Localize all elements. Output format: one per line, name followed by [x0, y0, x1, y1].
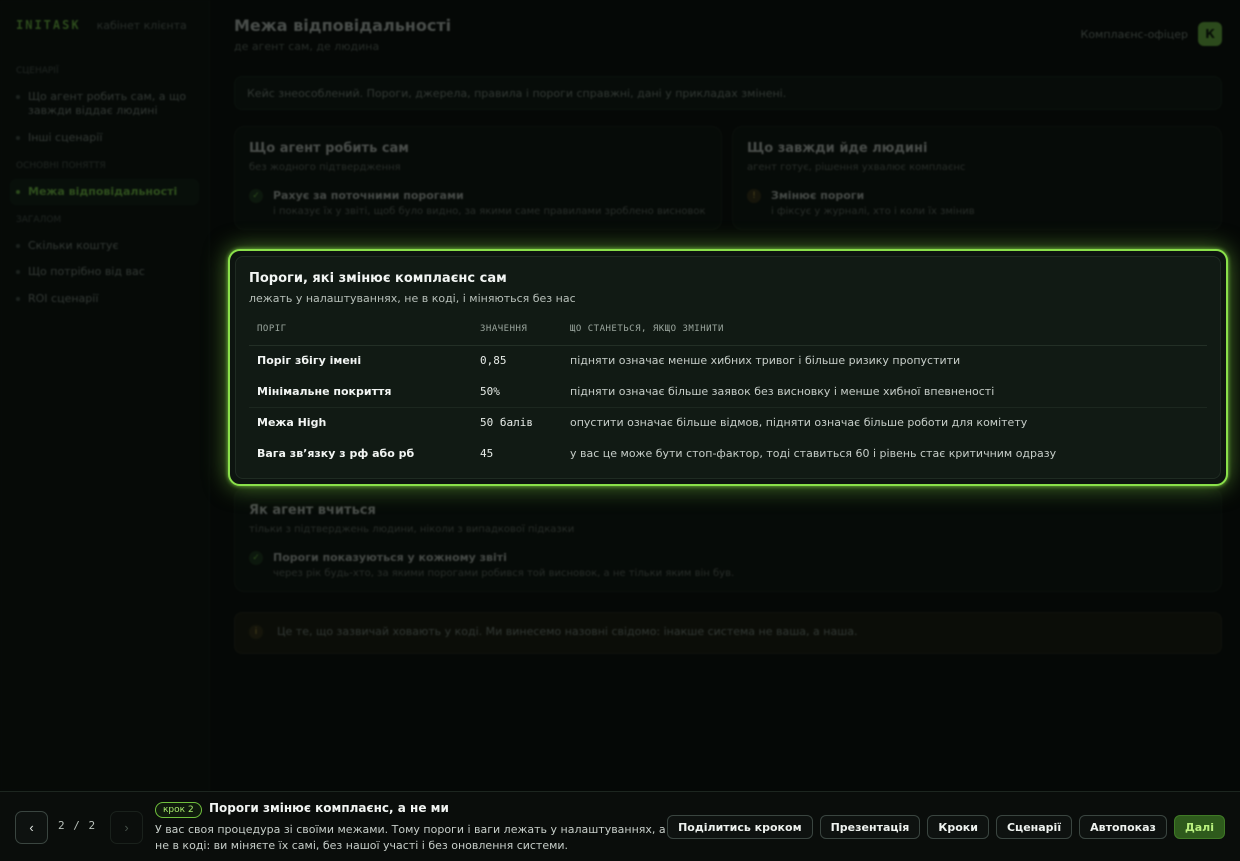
steps-button[interactable]: Кроки	[927, 815, 989, 839]
sidebar-item-pricing[interactable]: Скільки коштує	[10, 233, 199, 259]
brand: INITASK кабінет клієнта	[10, 16, 199, 56]
threshold-name: Вага зв’язку з рф або рб	[257, 447, 415, 460]
sidebar-item-requirements[interactable]: Що потрібно від вас	[10, 259, 199, 285]
card-title: Що завжди йде людині	[747, 141, 928, 156]
sidebar-item-responsibility-boundary[interactable]: Межа відповідальності	[10, 178, 199, 206]
card-subtitle: без жодного підтвердження	[249, 162, 401, 173]
bullet-icon	[16, 244, 20, 249]
note-text: Це те, що зазвичай ховають у коді. Ми ви…	[277, 625, 858, 638]
bullet-icon	[16, 270, 20, 275]
step-description: У вас своя процедура зі своїми межами. Т…	[155, 823, 666, 852]
spotlight-card: Пороги, які змінює комплаєнс сам лежать …	[228, 249, 1228, 486]
user-name: Комплаєнс-офіцер	[1080, 28, 1188, 41]
thresholds-table: ПОРІГ ЗНАЧЕННЯ ЩО СТАНЕТЬСЯ, ЯКЩО ЗМІНИТ…	[249, 321, 1207, 469]
sidebar-item-label: Скільки коштує	[28, 239, 119, 253]
thresholds-panel: Пороги, які змінює комплаєнс сам лежать …	[235, 256, 1221, 479]
next-step-arrow-button[interactable]: ›	[110, 811, 143, 844]
threshold-name: Мінімальне покриття	[249, 376, 472, 408]
presentation-button[interactable]: Презентація	[819, 815, 921, 839]
bullet-icon	[16, 135, 20, 140]
card-agent-self: Що агент робить сам без жодного підтверд…	[234, 126, 722, 230]
brand-logo: INITASK	[16, 18, 81, 32]
card-learning: Як агент вчиться тільки з підтверджень л…	[234, 488, 1222, 592]
share-step-button[interactable]: Поділитись кроком	[667, 815, 813, 839]
spotlight-subtitle: лежать у налаштуваннях, не в коді, і мін…	[249, 292, 576, 305]
item-description: і показує їх у звіті, щоб було видно, за…	[273, 206, 706, 217]
page-title: Межа відповідальності	[234, 16, 452, 35]
sidebar-item-agent-scenario[interactable]: Що агент робить сам, а що завжди віддає …	[10, 84, 199, 125]
threshold-effect: підняти означає менше хибних тривог і бі…	[570, 354, 961, 368]
threshold-name: Межа High	[257, 416, 327, 430]
sidebar-item-label: Що агент робить сам, а що завжди віддає …	[28, 90, 187, 118]
card-subtitle: тільки з підтверджень людини, ніколи з в…	[249, 524, 575, 535]
step-counter: 2 / 2	[58, 819, 97, 832]
tour-bar: ‹ 2 / 2 › крок 2 Пороги змінює комплаєнс…	[0, 791, 1240, 861]
sidebar-item-label: Інші сценарії	[28, 130, 103, 144]
item-title: Змінює пороги	[771, 189, 865, 202]
item-title: Пороги показуються у кожному звіті	[273, 551, 507, 564]
warning-icon: !	[747, 189, 761, 203]
next-button[interactable]: Далі	[1173, 815, 1225, 839]
nav-section-concepts: ОСНОВНІ ПОНЯТТЯ	[16, 160, 106, 171]
chevron-right-icon: ›	[124, 820, 129, 835]
sidebar-item-roi[interactable]: ROI сценарії	[10, 286, 199, 312]
step-badge: крок 2	[155, 802, 202, 818]
sidebar-item-other-scenarios[interactable]: Інші сценарії	[10, 125, 199, 151]
check-icon: ✓	[249, 551, 263, 565]
bullet-icon	[16, 95, 20, 99]
sidebar-item-label: Межа відповідальності	[28, 184, 178, 198]
threshold-effect: підняти означає більше заявок без виснов…	[562, 376, 1207, 408]
autoplay-button[interactable]: Автопоказ	[1079, 815, 1167, 839]
card-to-human: Що завжди йде людині агент готує, рішенн…	[732, 126, 1222, 230]
item-description: через рік будь-хто, за якими порогами ро…	[273, 568, 735, 579]
threshold-value: 0,85	[480, 354, 507, 368]
card-title: Як агент вчиться	[249, 503, 376, 518]
check-icon: ✓	[249, 189, 263, 203]
item-description: і фіксує у журналі, хто і коли їх змінив	[771, 206, 975, 217]
step-title: Пороги змінює комплаєнс, а не ми	[209, 801, 449, 815]
brand-subtitle: кабінет клієнта	[96, 19, 187, 32]
list-item: ! Змінює пороги і фіксує у журналі, хто …	[747, 189, 1207, 217]
chevron-left-icon: ‹	[29, 820, 34, 835]
table-row: Мінімальне покриття 50% підняти означає …	[249, 376, 1207, 408]
info-banner: Кейс знеособлений. Пороги, джерела, прав…	[234, 76, 1222, 110]
threshold-value: 45	[480, 447, 494, 460]
threshold-value: 50 балів	[480, 416, 533, 430]
page-subtitle: де агент сам, де людина	[234, 40, 380, 53]
table-row: Вага зв’язку з рф або рб 45 у вас це мож…	[249, 438, 1207, 469]
threshold-name: Поріг збігу імені	[257, 354, 362, 368]
table-row: Поріг збігу імені 0,85 підняти означає м…	[249, 345, 1207, 376]
column-header-effect: ЩО СТАНЕТЬСЯ, ЯКЩО ЗМІНИТИ	[562, 321, 1207, 346]
column-header-value: ЗНАЧЕННЯ	[472, 321, 562, 346]
sidebar-item-label: ROI сценарії	[28, 291, 99, 305]
threshold-value: 50%	[472, 376, 562, 408]
avatar[interactable]: К	[1198, 22, 1222, 46]
table-row: Межа High 50 балів опустити означає біль…	[249, 407, 1207, 438]
threshold-effect: у вас це може бути стоп-фактор, тоді ста…	[570, 447, 1057, 460]
note-callout: i Це те, що зазвичай ховають у коді. Ми …	[234, 612, 1222, 654]
table-header-row: ПОРІГ ЗНАЧЕННЯ ЩО СТАНЕТЬСЯ, ЯКЩО ЗМІНИТ…	[249, 321, 1207, 346]
bullet-icon	[16, 189, 20, 194]
column-header-threshold: ПОРІГ	[249, 321, 472, 346]
list-item: ✓ Рахує за поточними порогами і показує …	[249, 189, 707, 217]
spotlight-title: Пороги, які змінює комплаєнс сам	[249, 271, 507, 286]
tour-actions: Поділитись кроком Презентація Кроки Сцен…	[667, 815, 1225, 839]
card-title: Що агент робить сам	[249, 141, 409, 156]
nav-section-scenarios: СЦЕНАРІЇ	[16, 66, 59, 76]
card-subtitle: агент готує, рішення ухвалює комплаєнс	[747, 162, 966, 173]
item-title: Рахує за поточними порогами	[273, 189, 464, 202]
scenarios-button[interactable]: Сценарії	[995, 815, 1073, 839]
info-icon: i	[249, 625, 263, 639]
nav-section-general: ЗАГАЛОМ	[16, 215, 62, 226]
bullet-icon	[16, 296, 20, 301]
previous-step-button[interactable]: ‹	[15, 811, 48, 844]
list-item: ✓ Пороги показуються у кожному звіті чер…	[249, 551, 1207, 579]
sidebar: INITASK кабінет клієнта СЦЕНАРІЇ Що аген…	[0, 0, 210, 791]
sidebar-item-label: Що потрібно від вас	[28, 265, 145, 279]
threshold-effect: опустити означає більше відмов, підняти …	[570, 416, 1028, 430]
